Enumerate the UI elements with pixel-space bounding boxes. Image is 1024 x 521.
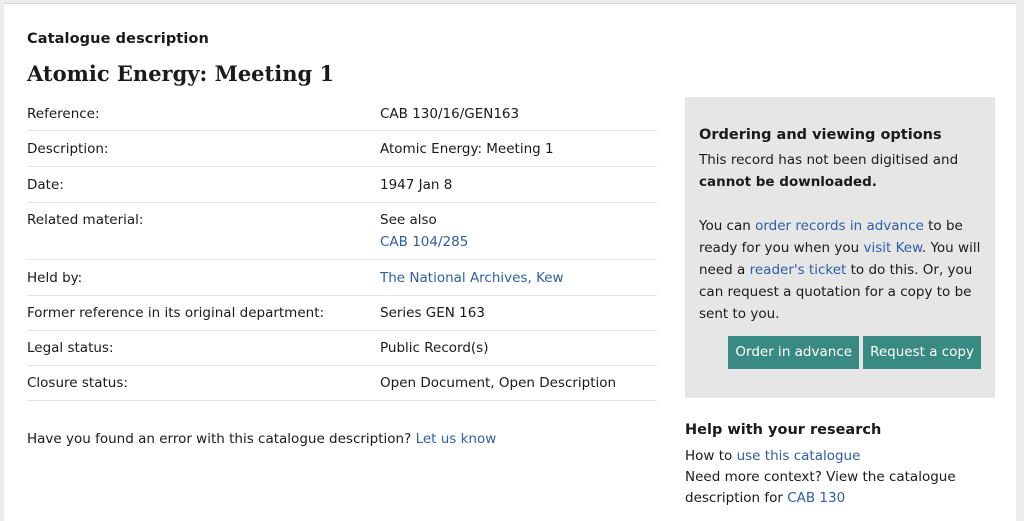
ordering-heading: Ordering and viewing options <box>699 127 942 143</box>
page-title: Atomic Energy: Meeting 1 <box>27 61 335 86</box>
let-us-know-link[interactable]: Let us know <box>416 431 497 447</box>
held-by-link[interactable]: The National Archives, Kew <box>380 270 564 286</box>
details-value: CAB 130/16/GEN163 <box>380 106 520 122</box>
cab-130-link[interactable]: CAB 130 <box>787 490 845 506</box>
details-row-closure-status: Closure status: Open Document, Open Desc… <box>27 366 657 401</box>
details-label: Former reference in its original departm… <box>27 305 325 321</box>
related-see-also: See also <box>380 212 437 228</box>
research-help: Help with your research How to use this … <box>685 422 995 509</box>
help-line-context: Need more context? View the catalogue de… <box>685 467 995 509</box>
order-in-advance-link[interactable]: order records in advance <box>755 218 924 234</box>
details-row-legal-status: Legal status: Public Record(s) <box>27 331 657 366</box>
details-label: Related material: <box>27 212 144 228</box>
details-value: The National Archives, Kew <box>380 267 657 289</box>
request-copy-button[interactable]: Request a copy <box>863 336 981 369</box>
cannot-download-text: cannot be downloaded. <box>699 174 877 190</box>
ordering-digitised-notice: This record has not been digitised and c… <box>699 149 981 193</box>
page-eyebrow: Catalogue description <box>27 31 209 47</box>
ordering-buttons: Order in advance Request a copy <box>699 336 981 369</box>
details-row-former-reference: Former reference in its original departm… <box>27 296 657 331</box>
details-value: Series GEN 163 <box>380 305 485 321</box>
details-row-related-material: Related material: See also CAB 104/285 <box>27 203 657 260</box>
ordering-instructions: You can order records in advance to be r… <box>699 215 981 325</box>
details-value: 1947 Jan 8 <box>380 177 453 193</box>
error-report-text: Have you found an error with this catalo… <box>27 431 412 447</box>
details-label: Closure status: <box>27 375 128 391</box>
error-report-line: Have you found an error with this catalo… <box>27 431 496 447</box>
details-row-held-by: Held by: The National Archives, Kew <box>27 260 657 296</box>
details-value: See also CAB 104/285 <box>380 209 657 253</box>
details-label: Reference: <box>27 106 100 122</box>
not-digitised-text: This record has not been digitised and <box>699 152 959 168</box>
order-in-advance-button[interactable]: Order in advance <box>728 336 860 369</box>
ordering-text: You can <box>699 218 751 234</box>
use-catalogue-link[interactable]: use this catalogue <box>737 448 861 464</box>
readers-ticket-link[interactable]: reader's ticket <box>750 262 847 278</box>
details-row-date: Date: 1947 Jan 8 <box>27 167 657 203</box>
help-line-catalogue: How to use this catalogue <box>685 446 995 467</box>
related-material-link[interactable]: CAB 104/285 <box>380 234 468 250</box>
details-table: Reference: CAB 130/16/GEN163 Description… <box>27 99 657 401</box>
details-label: Legal status: <box>27 340 114 356</box>
help-text: How to <box>685 448 733 464</box>
details-label: Date: <box>27 177 64 193</box>
catalogue-panel: Catalogue description Atomic Energy: Mee… <box>4 3 1016 521</box>
details-label: Held by: <box>27 270 83 286</box>
details-row-description: Description: Atomic Energy: Meeting 1 <box>27 131 657 167</box>
details-value: Public Record(s) <box>380 340 489 356</box>
details-row-reference: Reference: CAB 130/16/GEN163 <box>27 99 657 131</box>
help-heading: Help with your research <box>685 422 882 438</box>
ordering-options-box: Ordering and viewing options This record… <box>685 97 995 398</box>
details-value: Atomic Energy: Meeting 1 <box>380 141 554 157</box>
details-label: Description: <box>27 141 109 157</box>
details-value: Open Document, Open Description <box>380 375 617 391</box>
visit-kew-link[interactable]: visit Kew <box>863 240 921 256</box>
